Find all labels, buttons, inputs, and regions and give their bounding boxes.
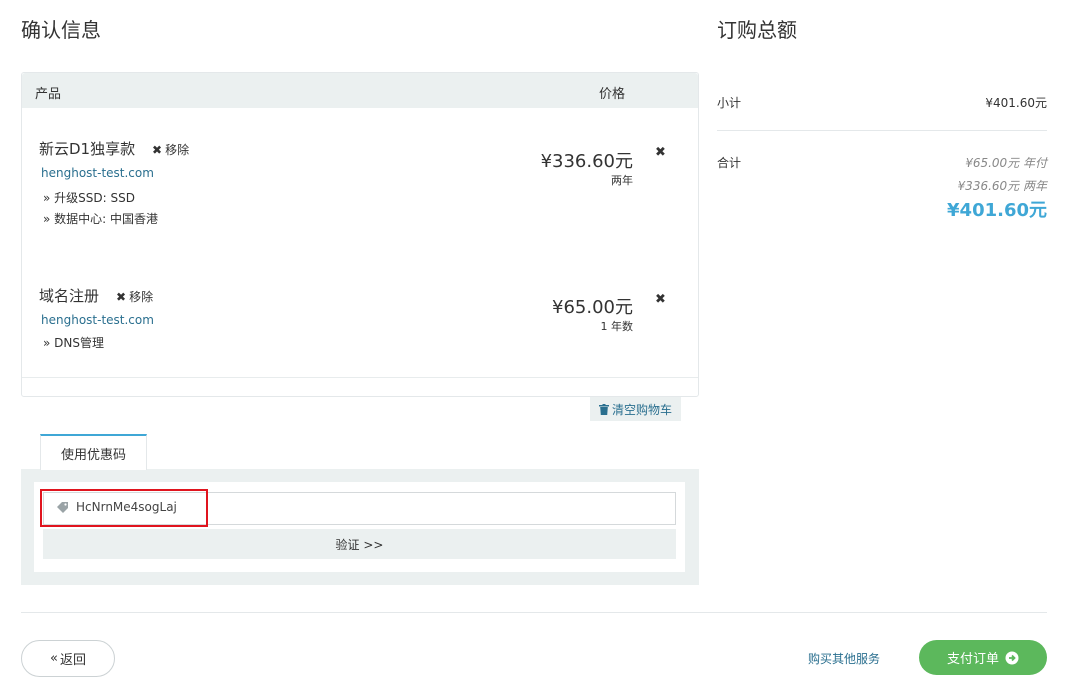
remove-label: 移除 <box>129 290 154 304</box>
pay-label: 支付订单 <box>946 652 999 667</box>
item-price: ¥336.60元 <box>540 151 633 172</box>
verify-label: 验证 >> <box>335 537 384 552</box>
total-label: 合计 <box>717 156 742 170</box>
clear-cart-label: 清空购物车 <box>611 402 672 417</box>
remove-label: 移除 <box>165 143 190 157</box>
header-price: 价格 <box>599 87 626 102</box>
total-breakdown-line: ¥65.00元 年付 <box>965 156 1047 170</box>
item-name: 新云D1独享款 <box>39 140 136 158</box>
more-services-link[interactable]: 购买其他服务 <box>808 650 880 667</box>
remove-icon: ✖ <box>116 289 127 304</box>
header-product: 产品 <box>35 87 62 102</box>
item-detail: » 升级SSD: SSD <box>43 191 135 205</box>
highlight-box <box>40 489 208 527</box>
divider <box>717 130 1047 131</box>
total-value: ¥401.60元 <box>947 200 1047 221</box>
back-label: 返回 <box>59 653 86 668</box>
trash-icon <box>598 403 609 415</box>
tab-promo-label: 使用优惠码 <box>60 447 126 463</box>
total-breakdown-line: ¥336.60元 两年 <box>957 179 1047 193</box>
subtotal-label: 小计 <box>717 96 742 110</box>
divider <box>21 612 1047 613</box>
item-detail: » 数据中心: 中国香港 <box>43 212 159 226</box>
verify-button[interactable]: 验证 >> <box>43 529 676 559</box>
item-cycle: 两年 <box>611 174 633 187</box>
back-button[interactable]: « 返回 <box>21 640 115 677</box>
item-domain-link[interactable]: henghost-test.com <box>41 166 154 180</box>
arrow-circle-right-icon <box>1005 651 1019 664</box>
clear-cart-button[interactable]: 清空购物车 <box>590 397 681 421</box>
remove-link[interactable]: ✖ 移除 <box>152 141 189 158</box>
remove-icon: ✖ <box>152 142 163 157</box>
item-domain-link[interactable]: henghost-test.com <box>41 313 154 327</box>
subtotal-value: ¥401.60元 <box>985 96 1047 110</box>
cart-table: 产品 价格 新云D1独享款 ✖ 移除 henghost-test.com » 升… <box>21 72 699 397</box>
summary-title: 订购总额 <box>717 18 797 42</box>
page-title: 确认信息 <box>21 18 101 42</box>
double-chevron-left-icon: « <box>50 651 58 666</box>
divider <box>22 377 698 378</box>
close-icon[interactable]: ✖ <box>655 145 666 160</box>
item-price: ¥65.00元 <box>552 297 633 318</box>
remove-link[interactable]: ✖ 移除 <box>116 288 153 305</box>
item-name: 域名注册 <box>39 287 100 305</box>
cart-table-header: 产品 价格 <box>22 73 698 108</box>
tab-promo-code[interactable]: 使用优惠码 <box>40 434 147 470</box>
item-cycle: 1 年数 <box>600 320 634 333</box>
close-icon[interactable]: ✖ <box>655 292 666 307</box>
pay-order-button[interactable]: 支付订单 <box>919 640 1047 675</box>
item-detail: » DNS管理 <box>43 336 104 350</box>
